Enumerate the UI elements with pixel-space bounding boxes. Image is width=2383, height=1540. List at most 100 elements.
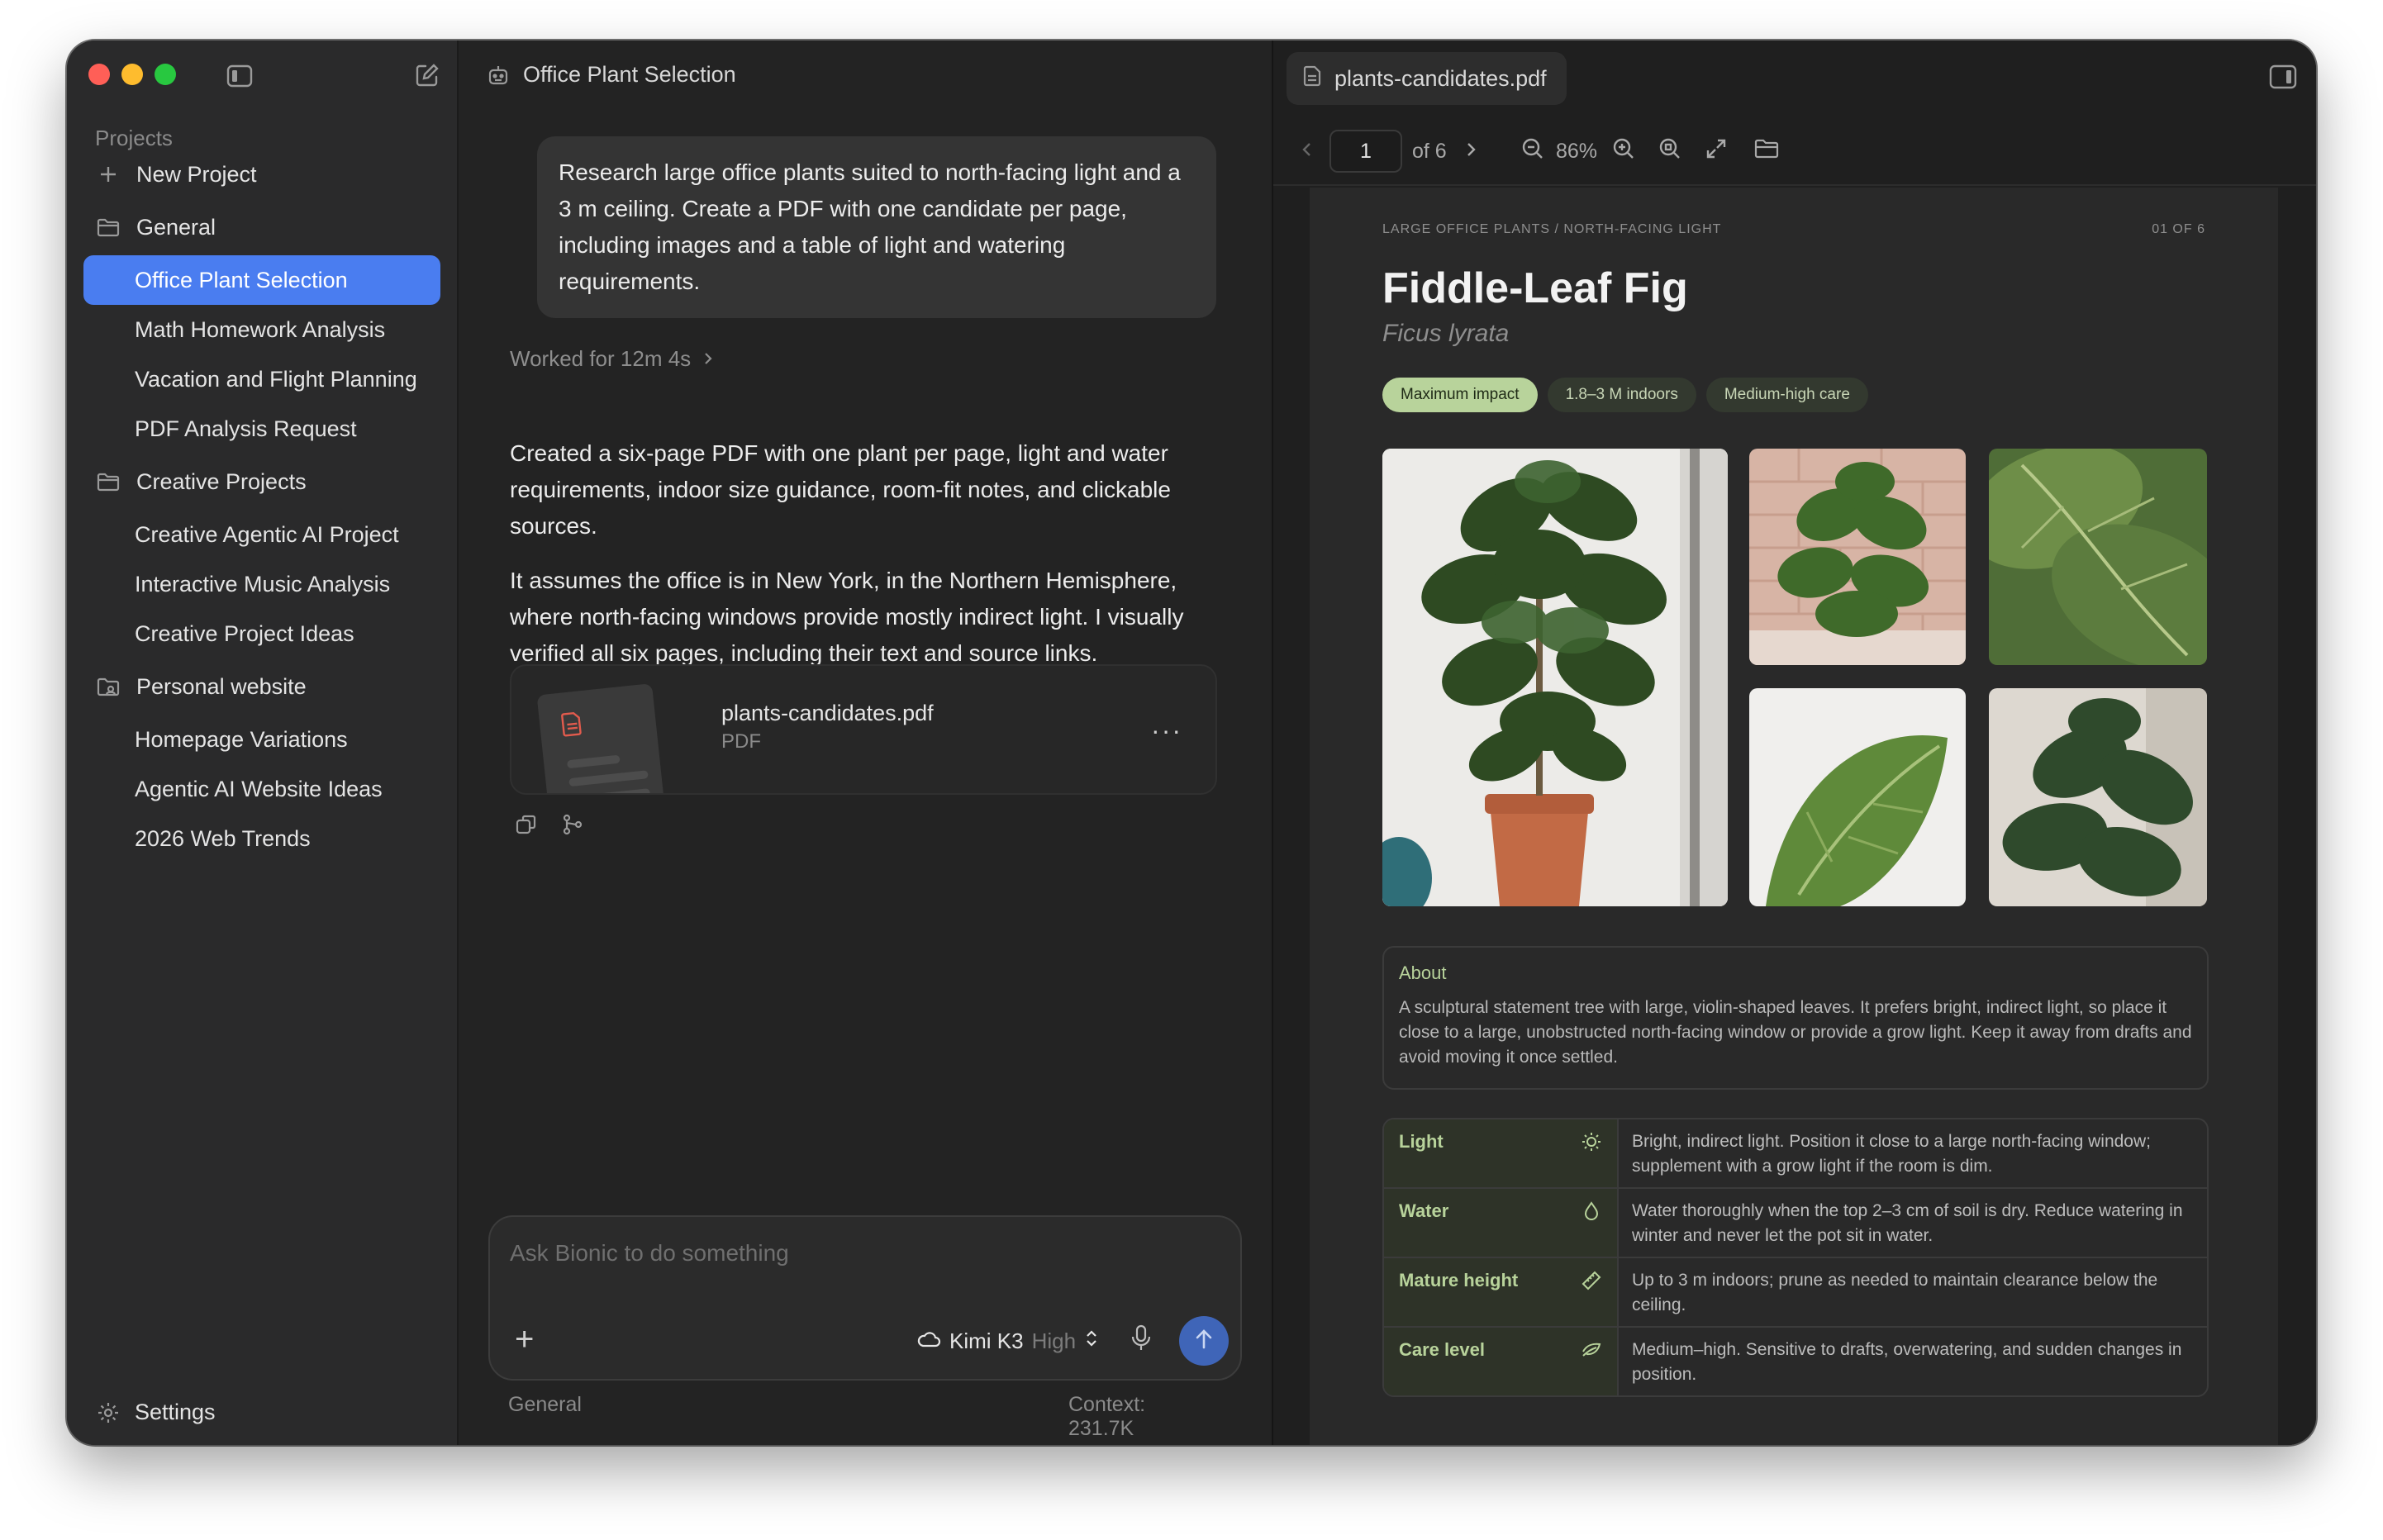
attachment-type: PDF [721,730,761,753]
shared-folder-icon [97,675,120,698]
context-indicator: Context: 231.7K [1068,1393,1146,1440]
pdf-thumbnail [536,683,665,793]
sidebar-item-creative-agentic[interactable]: Creative Agentic AI Project [83,510,440,559]
page-kicker: LARGE OFFICE PLANTS / NORTH-FACING LIGHT [1382,222,1722,236]
document-icon [1303,65,1321,93]
project-group-personal-website[interactable]: Personal website [83,658,440,715]
toggle-sidebar-icon[interactable] [226,62,254,90]
copy-icon[interactable] [515,813,538,840]
bot-icon [487,64,510,87]
sidebar-item-pdf-analysis[interactable]: PDF Analysis Request [83,404,440,454]
page-number-input[interactable]: 1 [1329,130,1402,173]
tag-badge: Maximum impact [1382,378,1538,412]
care-table: Light Bright, indirect light. Position i… [1382,1118,2209,1397]
sidebar-item-math-homework[interactable]: Math Homework Analysis [83,305,440,354]
care-value: Up to 3 m indoors; prune as needed to ma… [1632,1271,2158,1314]
project-group-creative[interactable]: Creative Projects [83,454,440,510]
sidebar-item-vacation-planning[interactable]: Vacation and Flight Planning [83,354,440,404]
app-window: Projects New Project General Office Plan… [67,40,2316,1445]
thumbnail-line [570,788,651,793]
expand-icon[interactable] [1705,137,1728,166]
project-group-label: Creative Projects [136,468,307,494]
thumbnail-line [566,754,621,769]
droplet-icon [1581,1200,1602,1222]
send-button[interactable] [1179,1316,1229,1366]
chevron-left-icon[interactable] [1301,140,1313,164]
sidebar-item-label: Creative Agentic AI Project [135,521,399,547]
maximize-window-button[interactable] [155,64,176,85]
sidebar-item-label: Math Homework Analysis [135,316,386,342]
toggle-panel-icon[interactable] [2268,62,2298,92]
close-window-button[interactable] [88,64,110,85]
tag-list: Maximum impact 1.8–3 M indoors Medium-hi… [1382,378,1868,412]
attachment-card[interactable]: plants-candidates.pdf PDF ··· [510,664,1217,795]
attachment-name: plants-candidates.pdf [721,701,934,725]
chevron-right-icon[interactable] [1465,140,1477,164]
chevron-updown-icon [1084,1328,1099,1355]
care-key-label: Water [1399,1200,1449,1221]
folder-icon[interactable] [1754,138,1779,165]
minimize-window-button[interactable] [121,64,143,85]
plant-photo-thumbnail [1989,449,2207,665]
fit-page-icon[interactable] [1658,137,1681,166]
new-chat-icon[interactable] [412,60,442,90]
plant-title: Fiddle-Leaf Fig [1382,264,1688,312]
sidebar-item-label: PDF Analysis Request [135,416,357,441]
care-key-cell: Mature height [1384,1258,1619,1326]
sun-icon [1581,1131,1602,1153]
table-row: Light Bright, indirect light. Position i… [1384,1119,2207,1187]
table-row: Water Water thoroughly when the top 2–3 … [1384,1187,2207,1257]
assistant-reply-paragraph: Created a six-page PDF with one plant pe… [510,440,1171,539]
toolbar-divider [1273,184,2316,186]
more-options-button[interactable]: ··· [1151,715,1182,746]
window-controls [88,64,176,85]
user-message: Research large office plants suited to n… [537,136,1216,318]
sidebar-item-office-plant-selection[interactable]: Office Plant Selection [83,255,440,305]
model-name: Kimi K3 [949,1328,1024,1353]
message-composer[interactable]: Ask Bionic to do something + Kimi K3 Hig… [488,1215,1242,1381]
tag-badge: 1.8–3 M indoors [1547,378,1696,412]
thumbnail-line [568,770,649,787]
zoom-out-icon[interactable] [1521,137,1544,166]
zoom-in-icon[interactable] [1612,137,1635,166]
about-heading: About [1399,962,1447,983]
care-value: Water thoroughly when the top 2–3 cm of … [1632,1201,2183,1245]
plant-photo-thumbnail [1989,688,2207,906]
care-value: Medium–high. Sensitive to drafts, overwa… [1632,1340,2182,1384]
projects-label: Projects [95,126,173,150]
chat-title: Office Plant Selection [523,62,736,87]
sidebar-item-creative-ideas[interactable]: Creative Project Ideas [83,609,440,658]
file-tab[interactable]: plants-candidates.pdf [1287,52,1567,105]
sidebar-item-label: Agentic AI Website Ideas [135,776,383,801]
sidebar-item-agentic-website[interactable]: Agentic AI Website Ideas [83,764,440,814]
project-group-label: General [136,214,216,240]
plus-icon[interactable]: + [515,1323,534,1356]
table-row: Mature height Up to 3 m indoors; prune a… [1384,1257,2207,1326]
sidebar-item-interactive-music[interactable]: Interactive Music Analysis [83,559,440,609]
worked-for-label: Worked for 12m 4s [510,346,692,371]
sidebar: Projects New Project General Office Plan… [67,40,459,1445]
project-indicator: General [508,1393,582,1416]
pdf-page: LARGE OFFICE PLANTS / NORTH-FACING LIGHT… [1310,188,2278,1445]
sidebar-item-label: Homepage Variations [135,726,348,752]
branch-icon[interactable] [561,813,584,840]
assistant-reply-paragraph: It assumes the office is in New York, in… [510,568,1184,666]
pdf-toolbar: 1 of 6 86% [1273,120,2316,183]
care-key-cell: Water [1384,1189,1619,1257]
arrow-up-icon [1194,1328,1214,1354]
page-total-label: of 6 [1412,139,1447,163]
settings-button[interactable]: Settings [97,1400,216,1425]
care-key-cell: Care level [1384,1328,1619,1395]
ruler-icon [1581,1270,1602,1291]
sidebar-item-homepage-variations[interactable]: Homepage Variations [83,715,440,764]
microphone-icon[interactable] [1131,1324,1158,1354]
care-value: Bright, indirect light. Position it clos… [1632,1132,2151,1176]
new-project-button[interactable]: New Project [83,150,440,199]
sidebar-item-label: Interactive Music Analysis [135,571,391,597]
worked-for-toggle[interactable]: Worked for 12m 4s [510,346,714,372]
about-text: A sculptural statement tree with large, … [1399,998,2192,1067]
model-selector[interactable]: Kimi K3 High [916,1328,1099,1355]
settings-label: Settings [135,1400,216,1424]
sidebar-item-web-trends[interactable]: 2026 Web Trends [83,814,440,863]
project-group-general[interactable]: General [83,199,440,255]
